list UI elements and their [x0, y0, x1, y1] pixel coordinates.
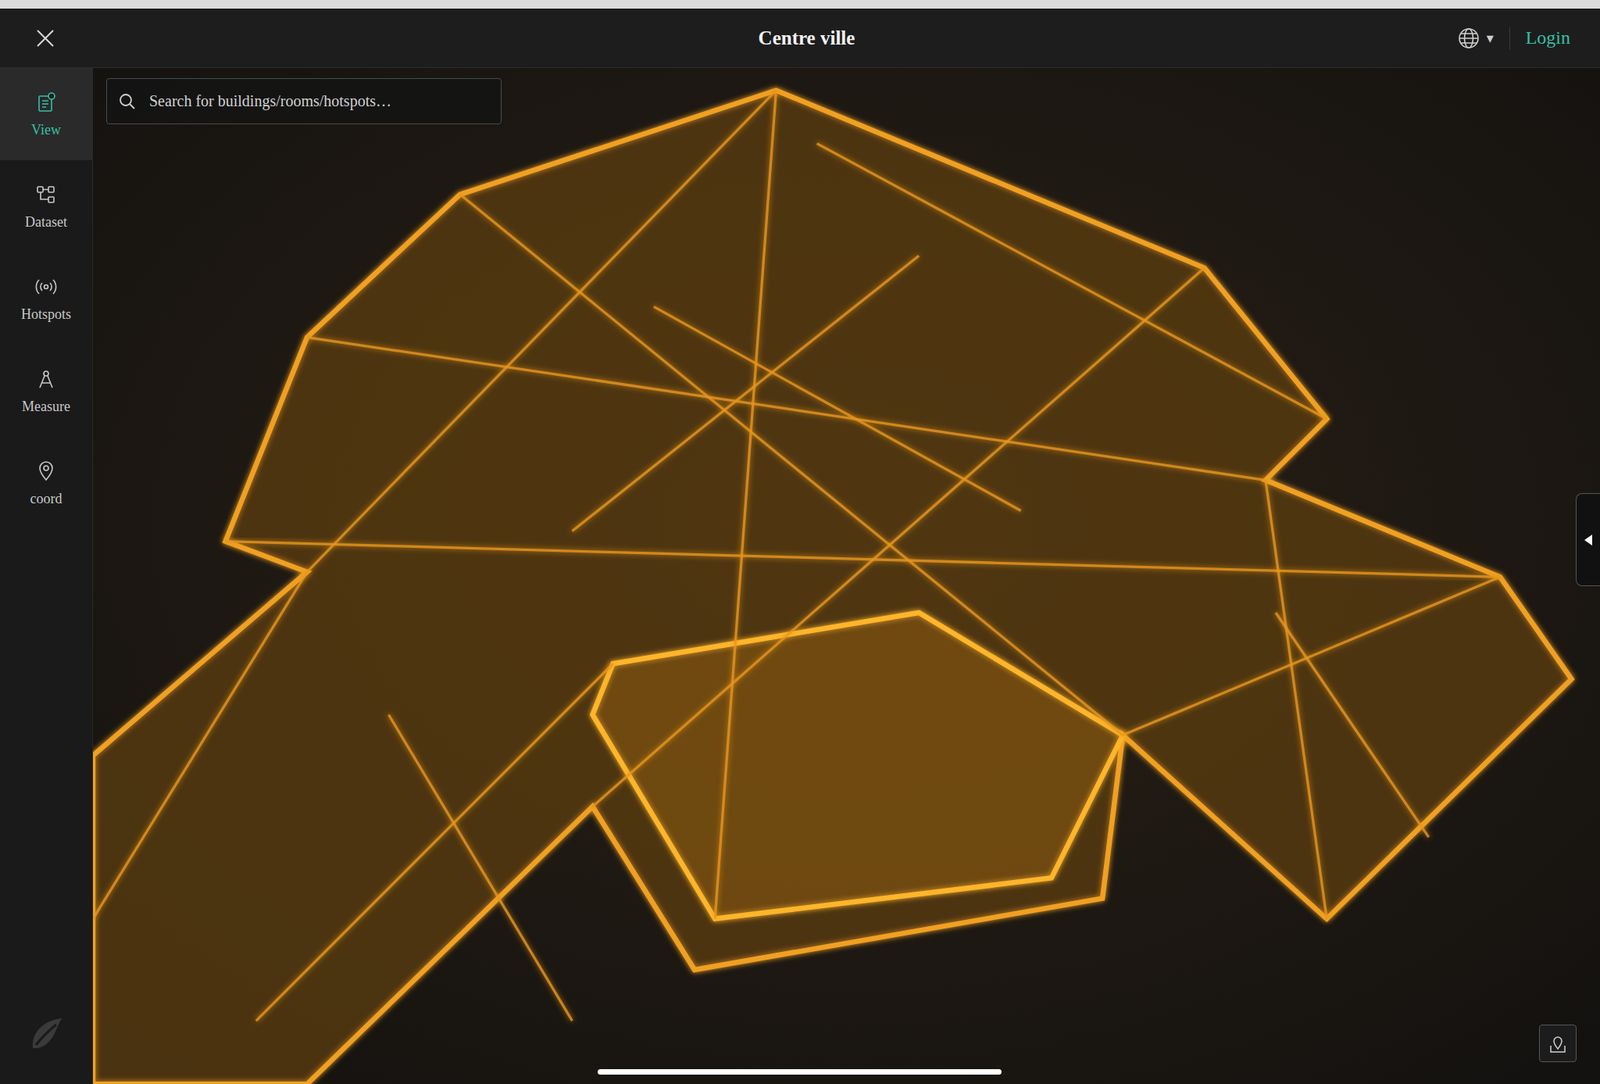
point-cloud-building[interactable] [92, 67, 1600, 1084]
point-cloud-viewer[interactable] [92, 67, 1600, 1084]
sidebar-item[interactable]: View [0, 67, 93, 161]
collapse-arrow-icon [1583, 533, 1593, 547]
sidebar-item[interactable]: coord [0, 436, 93, 529]
hotspots-icon [34, 275, 58, 299]
panel-toggle[interactable] [1575, 492, 1600, 586]
search-input[interactable] [147, 91, 490, 111]
search-field[interactable] [106, 78, 502, 125]
sidebar-label: Dataset [25, 214, 68, 231]
header-separator [1509, 27, 1511, 50]
language-dropdown[interactable]: ▾ [1457, 26, 1494, 50]
sidebar-label: View [31, 121, 61, 139]
dataset-icon [34, 182, 58, 207]
search-icon [117, 92, 137, 111]
sidebar-label: Hotspots [21, 306, 72, 323]
language-caret: ▾ [1486, 29, 1494, 47]
view-icon [34, 90, 58, 115]
measure-icon [34, 367, 58, 391]
home-indicator [597, 1068, 1002, 1075]
coord-icon [34, 459, 58, 483]
sidebar: View Dataset Hotspots Measure coord [0, 67, 93, 1084]
sidebar-item[interactable]: Measure [0, 344, 93, 437]
app-window: Centre ville ▾ Login View Dataset Hotspots Mea… [0, 0, 1600, 1084]
sidebar-item[interactable]: Dataset [0, 160, 93, 253]
view-mode-button[interactable] [1539, 1024, 1577, 1062]
top-strip [0, 0, 1600, 9]
sidebar-item[interactable]: Hotspots [0, 252, 93, 345]
close-icon[interactable] [35, 28, 56, 49]
map-pin-icon [1547, 1032, 1568, 1054]
window-title: Centre ville [758, 27, 856, 50]
brand-logo-icon [25, 1013, 68, 1053]
sidebar-label: coord [30, 490, 63, 508]
globe-icon [1457, 26, 1481, 50]
header-bar: Centre ville ▾ Login [0, 8, 1600, 68]
sidebar-label: Measure [21, 398, 71, 415]
login-button[interactable]: Login [1525, 27, 1579, 49]
